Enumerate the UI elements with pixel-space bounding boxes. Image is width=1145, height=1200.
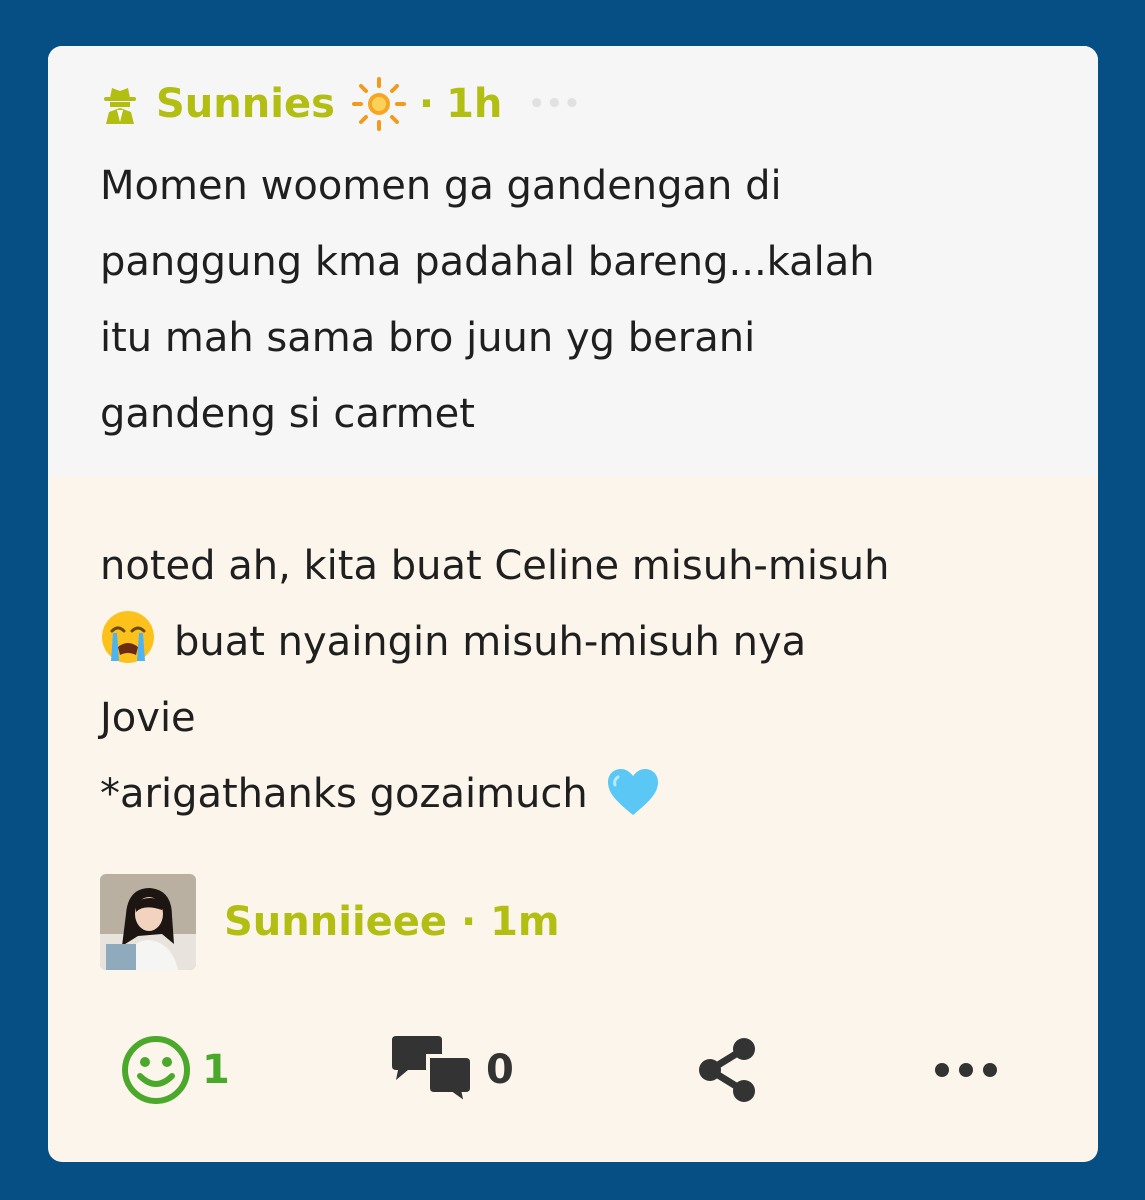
- share-icon: [699, 1038, 755, 1102]
- quoted-post-header: Sunnies · 1h •••: [100, 76, 1058, 132]
- post-card: Sunnies · 1h ••• Momen woomen ga gandeng…: [48, 46, 1098, 1162]
- sob-emoji: [102, 611, 154, 663]
- reply-author-name[interactable]: Sunniieee · 1m: [224, 899, 560, 945]
- reply-line: noted ah, kita buat Celine misuh-misuh: [100, 543, 890, 589]
- quoted-time: 1h: [446, 81, 503, 127]
- reply-line: *arigathanks gozaimuch: [100, 756, 1058, 832]
- reply-line-text: *arigathanks gozaimuch: [100, 771, 588, 817]
- comment-count: 0: [486, 1047, 514, 1093]
- react-button[interactable]: 1: [120, 1030, 230, 1110]
- spy-icon: [104, 88, 136, 124]
- reaction-count: 1: [202, 1047, 230, 1093]
- comments-icon: [392, 1036, 474, 1106]
- sun-icon: [351, 77, 406, 131]
- header-separator: ·: [418, 81, 435, 127]
- quoted-more-button[interactable]: •••: [528, 89, 581, 119]
- reply-text: noted ah, kita buat Celine misuh-misuh b…: [100, 528, 1058, 832]
- reply-line: buat nyaingin misuh-misuh nya: [100, 604, 1058, 680]
- reply-author: Sunniieee · 1m: [100, 874, 1058, 970]
- more-options-button[interactable]: [934, 1030, 998, 1110]
- reply-body: noted ah, kita buat Celine misuh-misuh b…: [48, 476, 1098, 970]
- reply-line-text: buat nyaingin misuh-misuh nya: [174, 619, 807, 665]
- reply-line: Jovie: [100, 695, 196, 741]
- quoted-author[interactable]: Sunnies: [156, 81, 335, 127]
- blue-heart-emoji: [607, 769, 658, 815]
- smile-icon: [122, 1036, 190, 1104]
- avatar[interactable]: [100, 874, 196, 970]
- more-icon: [935, 1063, 997, 1077]
- action-bar: 1 0: [48, 1030, 1098, 1110]
- share-button[interactable]: [692, 1030, 762, 1110]
- comment-button[interactable]: 0: [386, 1030, 514, 1110]
- quoted-text: Momen woomen ga gandengan di panggung km…: [100, 163, 875, 437]
- quoted-post[interactable]: Sunnies · 1h ••• Momen woomen ga gandeng…: [48, 46, 1098, 476]
